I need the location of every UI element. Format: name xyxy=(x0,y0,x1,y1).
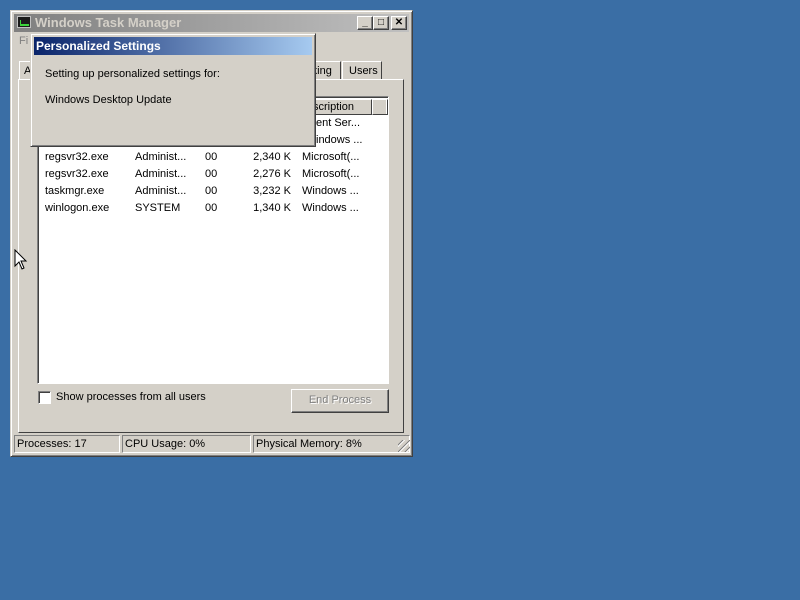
process-cpu: 00 xyxy=(205,168,218,180)
column-header-filler xyxy=(372,99,388,115)
table-row[interactable]: winlogon.exe SYSTEM 00 1,340 K Windows .… xyxy=(40,200,380,217)
process-description: indows ... xyxy=(316,134,363,146)
table-row[interactable]: regsvr32.exe Administ... 00 2,340 K Micr… xyxy=(40,149,380,166)
window-title: Windows Task Manager xyxy=(35,15,182,30)
show-all-users-label: Show processes from all users xyxy=(56,391,206,403)
mouse-pointer-icon xyxy=(14,249,28,270)
process-description: Windows ... xyxy=(302,185,359,197)
process-name: taskmgr.exe xyxy=(45,185,105,197)
process-user: SYSTEM xyxy=(135,202,181,214)
process-description: ent Ser... xyxy=(316,117,361,129)
status-cpu-usage: CPU Usage: 0% xyxy=(122,435,251,453)
resize-grip-icon[interactable] xyxy=(398,440,410,452)
process-memory: 1,340 K xyxy=(253,202,291,214)
status-bar: Processes: 17 CPU Usage: 0% Physical Mem… xyxy=(14,435,411,453)
show-all-users-checkbox[interactable] xyxy=(38,391,51,404)
personalized-settings-dialog: Personalized Settings Setting up persona… xyxy=(30,33,316,147)
menu-file[interactable]: Fi xyxy=(19,35,28,47)
dialog-component-name: Windows Desktop Update xyxy=(45,94,172,106)
task-manager-icon xyxy=(17,16,31,28)
process-description: Microsoft(... xyxy=(302,168,360,180)
dialog-title[interactable]: Personalized Settings xyxy=(34,37,312,55)
process-user: Administ... xyxy=(135,185,187,197)
dialog-message: Setting up personalized settings for: xyxy=(45,68,220,80)
maximize-button[interactable]: □ xyxy=(373,16,389,30)
end-process-button[interactable]: End Process xyxy=(291,389,389,413)
process-user: Administ... xyxy=(135,168,187,180)
process-cpu: 00 xyxy=(205,151,218,163)
process-memory: 3,232 K xyxy=(253,185,291,197)
process-name: regsvr32.exe xyxy=(45,168,109,180)
process-name: winlogon.exe xyxy=(45,202,110,214)
process-description: Windows ... xyxy=(302,202,359,214)
process-memory: 2,340 K xyxy=(253,151,291,163)
status-physical-memory: Physical Memory: 8% xyxy=(253,435,410,453)
table-row[interactable]: taskmgr.exe Administ... 00 3,232 K Windo… xyxy=(40,183,380,200)
minimize-button[interactable]: _ xyxy=(357,16,373,30)
process-memory: 2,276 K xyxy=(253,168,291,180)
column-description[interactable]: scription xyxy=(308,99,372,115)
tab-users[interactable]: Users xyxy=(342,61,382,79)
process-user: Administ... xyxy=(135,151,187,163)
process-cpu: 00 xyxy=(205,185,218,197)
process-cpu: 00 xyxy=(205,202,218,214)
title-bar[interactable]: Windows Task Manager _ □ ✕ xyxy=(14,14,409,32)
status-processes: Processes: 17 xyxy=(14,435,120,453)
process-name: regsvr32.exe xyxy=(45,151,109,163)
process-description: Microsoft(... xyxy=(302,151,360,163)
table-row[interactable]: regsvr32.exe Administ... 00 2,276 K Micr… xyxy=(40,166,380,183)
close-button[interactable]: ✕ xyxy=(391,16,407,30)
